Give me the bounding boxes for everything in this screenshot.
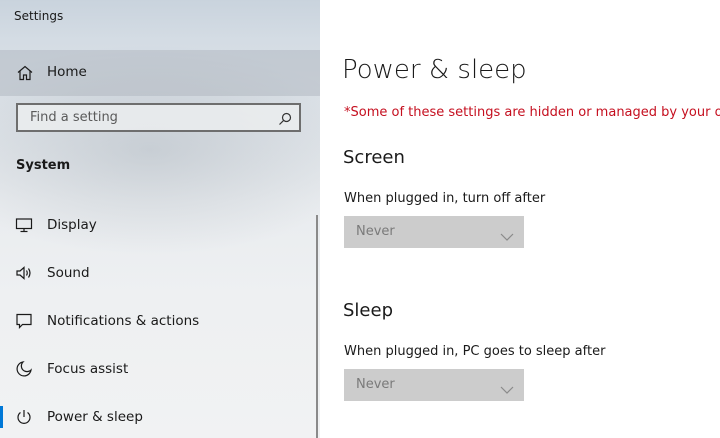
moon-icon <box>15 360 33 378</box>
monitor-icon <box>15 216 33 234</box>
section-title: System <box>16 158 71 173</box>
sleep-timeout-dropdown[interactable]: Never <box>344 369 524 401</box>
sidebar-item-power-sleep[interactable]: Power & sleep <box>0 394 316 438</box>
dropdown-value: Never <box>356 377 395 392</box>
search-icon[interactable] <box>278 111 292 125</box>
sidebar-item-focus-assist[interactable]: Focus assist <box>0 346 316 392</box>
chevron-down-icon <box>500 380 514 394</box>
sleep-label: When plugged in, PC goes to sleep after <box>344 344 606 359</box>
sidebar-item-label: Focus assist <box>47 361 129 377</box>
speaker-icon <box>15 264 33 282</box>
page-title: Power & sleep <box>342 55 527 85</box>
search-input[interactable] <box>28 109 272 126</box>
search-box[interactable] <box>16 103 301 132</box>
sidebar-item-sound[interactable]: Sound <box>0 250 316 296</box>
sidebar-item-label: Sound <box>47 265 90 281</box>
managed-warning: *Some of these settings are hidden or ma… <box>344 105 720 120</box>
dropdown-value: Never <box>356 224 395 239</box>
home-label: Home <box>47 64 87 80</box>
sleep-heading: Sleep <box>343 300 394 321</box>
chevron-down-icon <box>500 227 514 241</box>
notification-icon <box>15 312 33 330</box>
sidebar-item-notifications[interactable]: Notifications & actions <box>0 298 316 344</box>
screen-label: When plugged in, turn off after <box>344 191 546 206</box>
sidebar-item-display[interactable]: Display <box>0 202 316 248</box>
sidebar: Settings Home System Display <box>0 0 320 438</box>
sidebar-item-label: Notifications & actions <box>47 313 200 329</box>
sidebar-item-label: Power & sleep <box>47 409 143 425</box>
screen-timeout-dropdown[interactable]: Never <box>344 216 524 248</box>
sidebar-scrollbar[interactable] <box>316 215 318 438</box>
home-icon <box>16 64 34 82</box>
main-content: Power & sleep *Some of these settings ar… <box>320 0 720 438</box>
app-title: Settings <box>14 9 64 23</box>
screen-heading: Screen <box>343 147 405 168</box>
power-icon <box>15 408 33 426</box>
sidebar-home[interactable]: Home <box>0 50 320 96</box>
sidebar-item-label: Display <box>47 217 97 233</box>
